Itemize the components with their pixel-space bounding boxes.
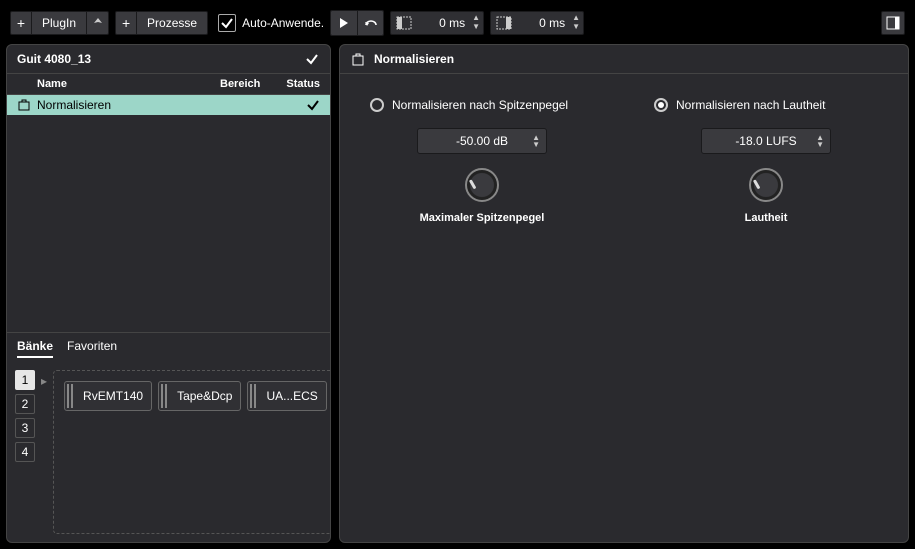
- favorite-chip[interactable]: Tape&Dcp: [158, 381, 241, 411]
- plugin-button-group: + PlugIn: [10, 11, 109, 35]
- pre-roll-value[interactable]: 0 ms: [417, 16, 469, 30]
- bank-number-4[interactable]: 4: [15, 442, 35, 462]
- process-icon: [17, 98, 37, 112]
- detail-title: Normalisieren: [374, 52, 454, 66]
- bank-number-3[interactable]: 3: [15, 418, 35, 438]
- tab-banks[interactable]: Bänke: [17, 339, 53, 358]
- detail-body: Normalisieren nach Spitzenpegel -50.00 d…: [340, 74, 908, 248]
- column-name: Name: [37, 78, 220, 90]
- table-header: Name Bereich Status: [7, 74, 330, 95]
- loudness-knob-label: Lautheit: [745, 212, 788, 224]
- detail-header: Normalisieren: [340, 45, 908, 74]
- auto-apply-checkbox[interactable]: [218, 14, 236, 32]
- processes-button[interactable]: Prozesse: [137, 11, 208, 35]
- pre-roll-spinner[interactable]: ▲▼: [469, 14, 483, 32]
- panel-collapse-button[interactable]: [881, 11, 905, 35]
- loudness-radio-label: Normalisieren nach Lautheit: [676, 98, 825, 112]
- transport-controls: [330, 10, 384, 36]
- loudness-spinner[interactable]: ▲▼: [816, 134, 824, 148]
- bank-content: RvEMT140 Tape&Dcp UA...ECS: [53, 370, 331, 534]
- process-list-panel: Guit 4080_13 Name Bereich Status Normali…: [6, 44, 331, 543]
- plugin-button[interactable]: PlugIn: [32, 11, 87, 35]
- tab-favorites[interactable]: Favoriten: [67, 339, 117, 358]
- post-roll-value[interactable]: 0 ms: [517, 16, 569, 30]
- loudness-radio[interactable]: [654, 98, 668, 112]
- bank-number-1[interactable]: 1: [15, 370, 35, 390]
- bank-number-column: 1 2 3 4: [15, 370, 35, 534]
- table-row[interactable]: Normalisieren: [7, 95, 330, 115]
- clip-title: Guit 4080_13: [17, 52, 296, 66]
- loudness-knob[interactable]: [749, 168, 783, 202]
- bank-indicator-icon: ▸: [41, 370, 47, 534]
- loudness-value-field[interactable]: -18.0 LUFS ▲▼: [701, 128, 831, 154]
- row-name: Normalisieren: [37, 98, 220, 112]
- processes-button-group: + Prozesse: [115, 11, 208, 35]
- peak-radio-label: Normalisieren nach Spitzenpegel: [392, 98, 568, 112]
- loudness-radio-row[interactable]: Normalisieren nach Lautheit: [644, 98, 825, 112]
- post-roll-field[interactable]: 0 ms ▲▼: [490, 11, 584, 35]
- post-roll-icon: [491, 16, 517, 30]
- add-process-button[interactable]: +: [115, 11, 137, 35]
- pre-roll-field[interactable]: 0 ms ▲▼: [390, 11, 484, 35]
- loop-button[interactable]: [357, 11, 383, 35]
- toolbar: + PlugIn + Prozesse Auto-Anwende.: [6, 6, 909, 44]
- peak-column: Normalisieren nach Spitzenpegel -50.00 d…: [360, 98, 604, 224]
- favorite-chip[interactable]: RvEMT140: [64, 381, 152, 411]
- auto-apply-toggle[interactable]: Auto-Anwende.: [218, 14, 324, 32]
- favorite-chip[interactable]: UA...ECS: [247, 381, 326, 411]
- pre-roll-icon: [391, 16, 417, 30]
- add-plugin-button[interactable]: +: [10, 11, 32, 35]
- loudness-value: -18.0 LUFS: [735, 134, 796, 148]
- column-status: Status: [275, 78, 320, 90]
- peak-value: -50.00 dB: [456, 134, 508, 148]
- peak-value-field[interactable]: -50.00 dB ▲▼: [417, 128, 547, 154]
- clip-header: Guit 4080_13: [7, 45, 330, 74]
- plugin-dropdown-button[interactable]: [87, 11, 109, 35]
- row-status-icon: [275, 98, 320, 112]
- column-range: Bereich: [220, 78, 275, 90]
- process-type-icon: [350, 51, 366, 67]
- process-detail-panel: Normalisieren Normalisieren nach Spitzen…: [339, 44, 909, 543]
- bank-number-2[interactable]: 2: [15, 394, 35, 414]
- peak-spinner[interactable]: ▲▼: [532, 134, 540, 148]
- peak-radio-row[interactable]: Normalisieren nach Spitzenpegel: [360, 98, 568, 112]
- peak-knob-label: Maximaler Spitzenpegel: [420, 212, 545, 224]
- loudness-column: Normalisieren nach Lautheit -18.0 LUFS ▲…: [644, 98, 888, 224]
- banks-area: 1 2 3 4 ▸ RvEMT140 Tape&Dcp UA...ECS: [7, 362, 330, 542]
- status-checked-icon: [304, 51, 320, 67]
- banks-tabs: Bänke Favoriten: [7, 332, 330, 362]
- auto-apply-label: Auto-Anwende.: [242, 16, 324, 30]
- post-roll-spinner[interactable]: ▲▼: [569, 14, 583, 32]
- peak-knob[interactable]: [465, 168, 499, 202]
- peak-radio[interactable]: [370, 98, 384, 112]
- process-list-empty: [7, 115, 330, 332]
- play-button[interactable]: [331, 11, 357, 35]
